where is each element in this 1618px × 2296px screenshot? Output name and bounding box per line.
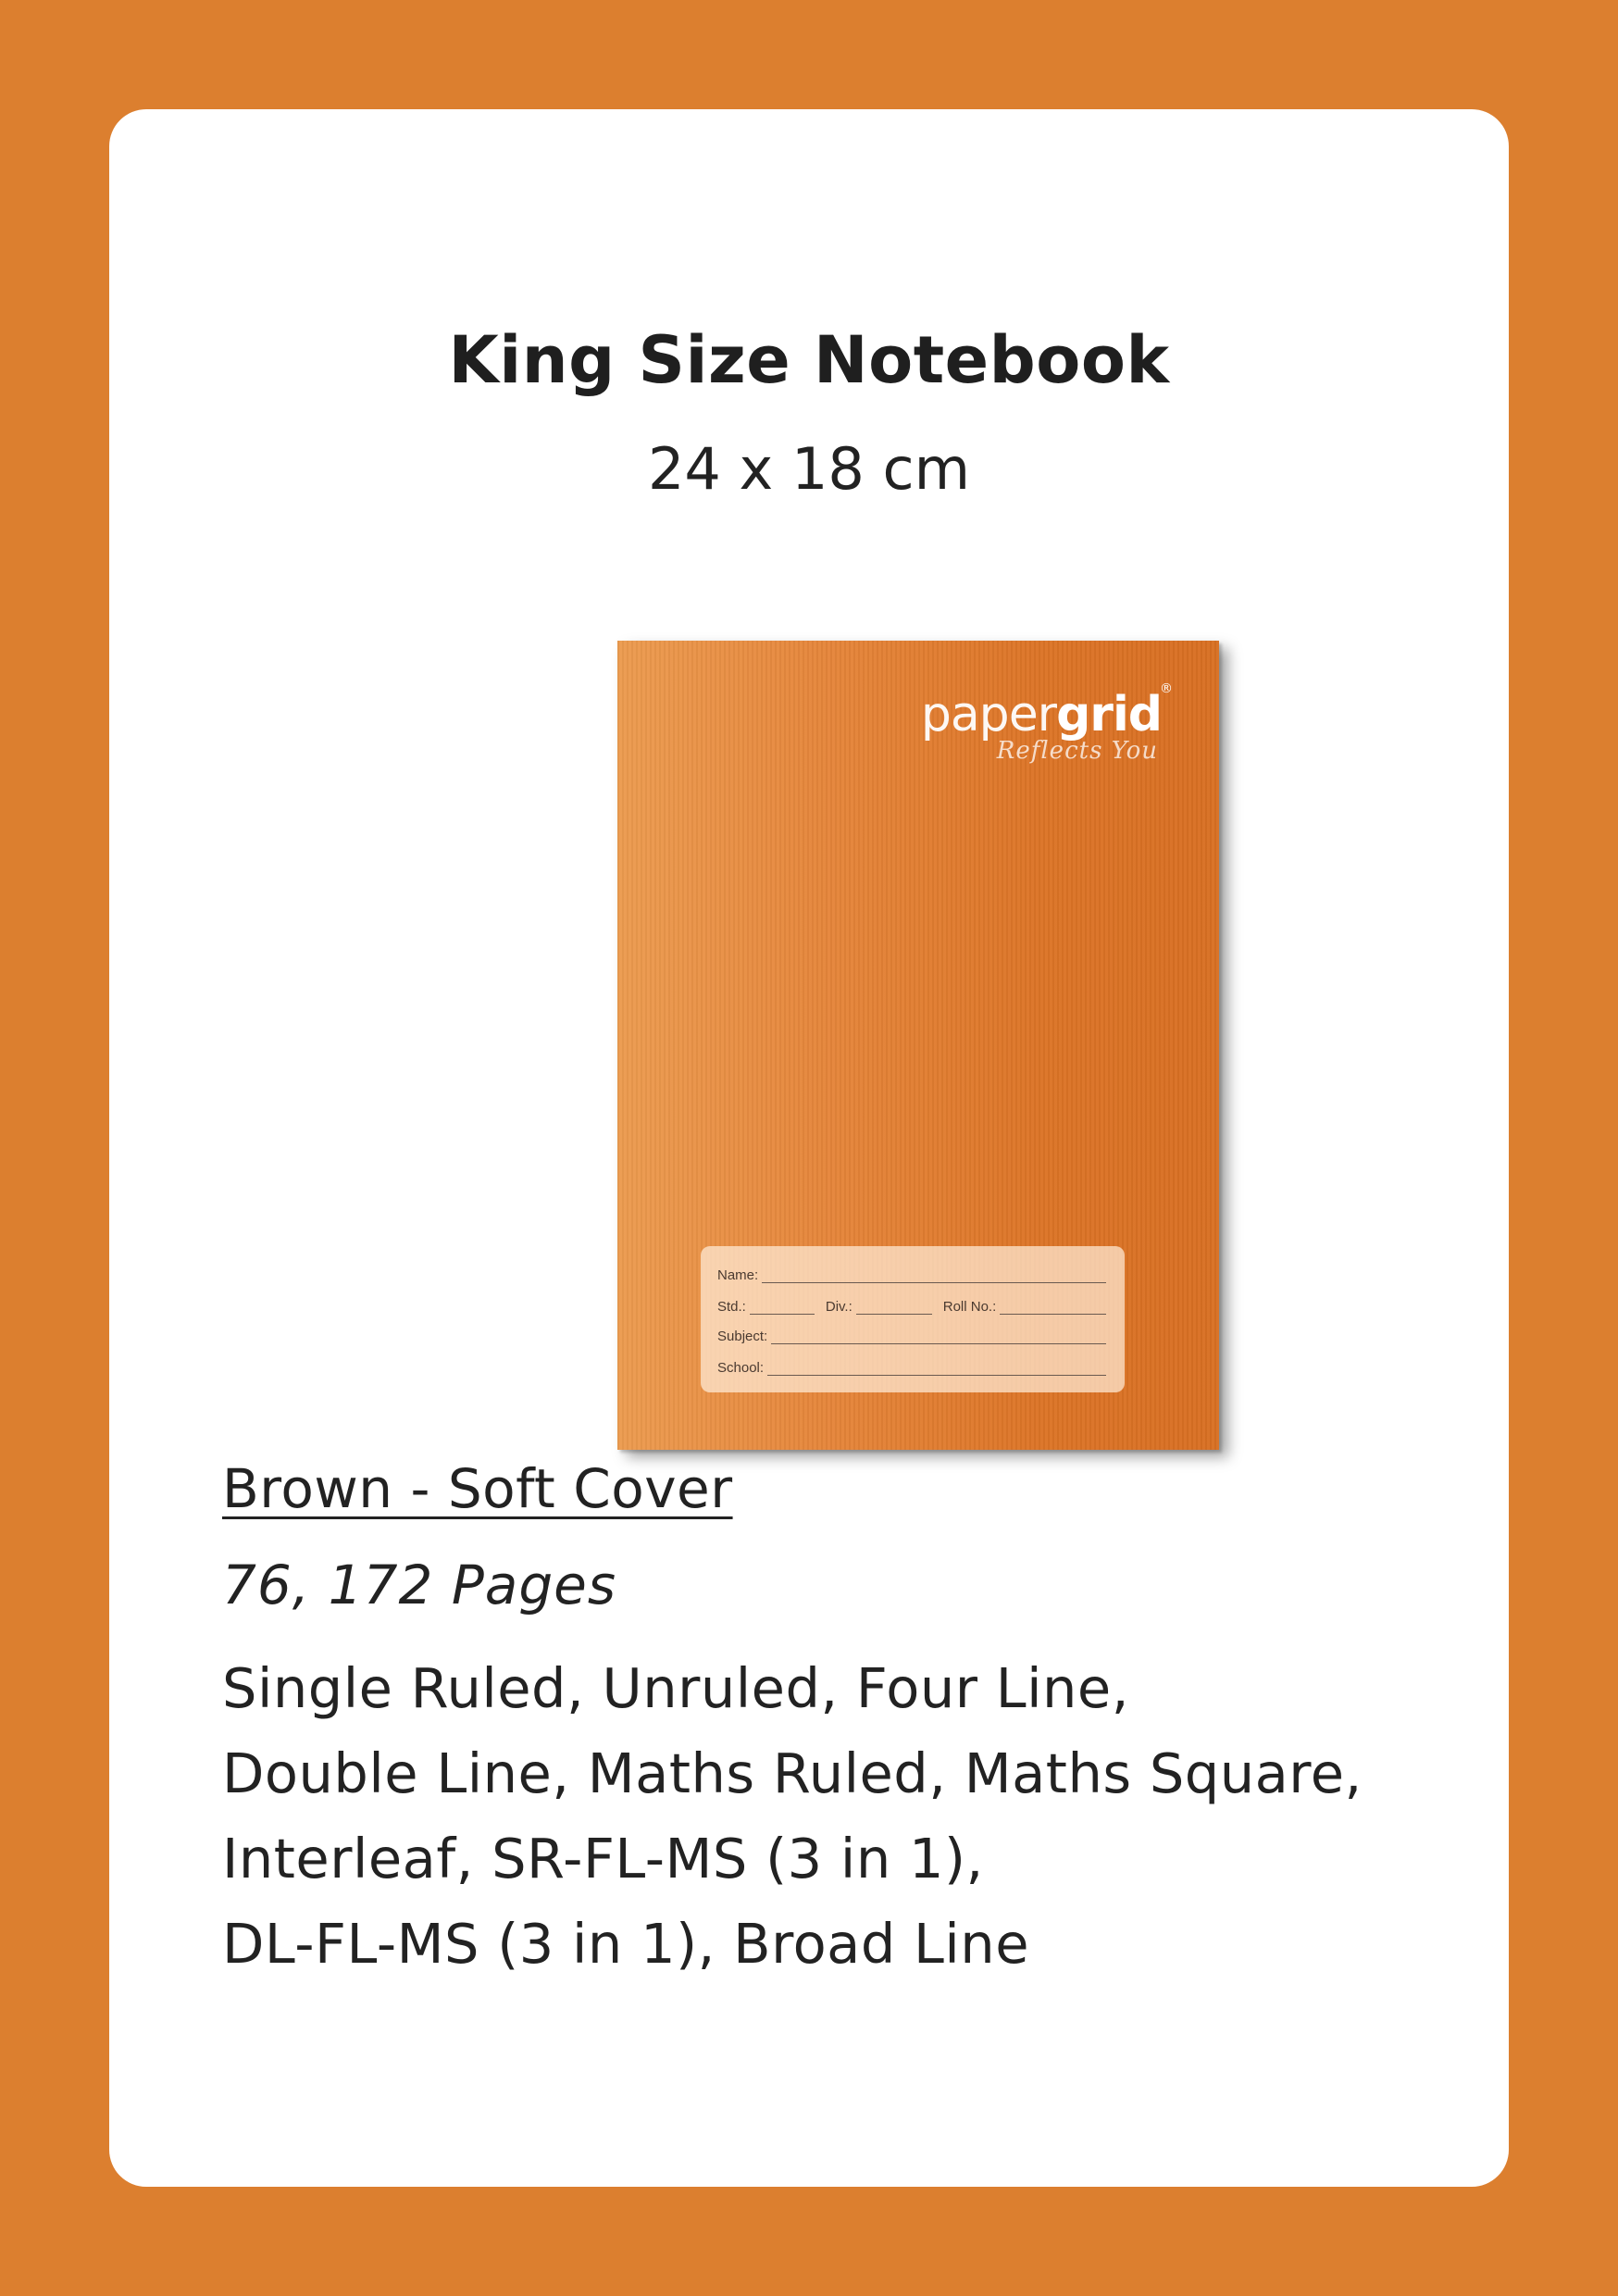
label-row-std: Std.: Div.: Roll No.:: [717, 1296, 1106, 1315]
brand-logo-paper: paper: [920, 687, 1057, 742]
ruling-line: Double Line, Maths Ruled, Maths Square,: [222, 1741, 1363, 1805]
label-line: [762, 1269, 1106, 1283]
product-card: King Size Notebook 24 x 18 cm papergrid …: [109, 109, 1509, 2187]
ruling-line: DL-FL-MS (3 in 1), Broad Line: [222, 1912, 1029, 1976]
label-name: Name:: [717, 1267, 759, 1283]
label-row-name: Name:: [717, 1265, 1106, 1283]
cover-type: Brown - Soft Cover: [222, 1457, 733, 1520]
label-line: [1000, 1301, 1106, 1315]
notebook-cover-image: papergrid ® Reflects You Name: Std.: Div…: [617, 641, 1219, 1450]
ruling-options: Single Ruled, Unruled, Four Line, Double…: [222, 1646, 1481, 1987]
ruling-line: Single Ruled, Unruled, Four Line,: [222, 1656, 1129, 1720]
label-line: [771, 1330, 1106, 1344]
label-line: [767, 1362, 1106, 1376]
page-counts: 76, 172 Pages: [222, 1554, 617, 1616]
brand-logo: papergrid: [920, 687, 1163, 742]
label-subject: Subject:: [717, 1329, 768, 1344]
brand-tagline: Reflects You: [996, 737, 1158, 765]
registered-mark: ®: [1160, 681, 1173, 696]
label-row-school: School:: [717, 1357, 1106, 1376]
product-size: 24 x 18 cm: [647, 435, 971, 503]
label-school: School:: [717, 1360, 765, 1376]
ruling-line: Interleaf, SR-FL-MS (3 in 1),: [222, 1827, 984, 1890]
cover-label: Name: Std.: Div.: Roll No.: Subject: Sch…: [701, 1246, 1125, 1392]
label-row-subject: Subject:: [717, 1326, 1106, 1344]
label-roll-no: Roll No.:: [942, 1299, 997, 1315]
product-title: King Size Notebook: [448, 322, 1170, 398]
label-line: [749, 1301, 815, 1315]
label-std: Std.:: [717, 1299, 746, 1315]
brand-logo-grid: grid: [1056, 687, 1163, 742]
label-div: Div.:: [825, 1299, 853, 1315]
label-line: [855, 1301, 932, 1315]
